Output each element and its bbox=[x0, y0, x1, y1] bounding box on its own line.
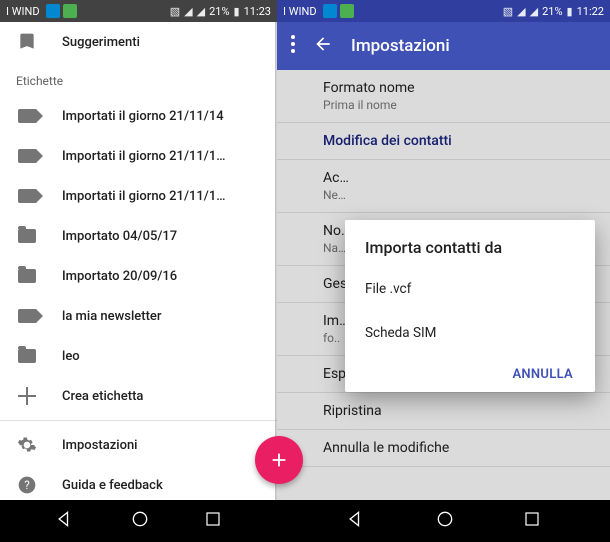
battery-icon: ▮ bbox=[567, 5, 573, 18]
statusbar-left: I WIND ▧ ◢ ◢ 21% ▮ 11:23 bbox=[0, 0, 277, 22]
dialog-option-vcf[interactable]: File .vcf bbox=[345, 267, 595, 311]
label-item[interactable]: Importati il giorno 21/11/1… bbox=[0, 176, 277, 216]
settings-list: Formato nome Prima il nome Modifica dei … bbox=[277, 70, 610, 500]
clock: 11:23 bbox=[244, 5, 271, 18]
create-label-text: Crea etichetta bbox=[62, 389, 143, 404]
help-icon: ? bbox=[16, 474, 38, 496]
folder-icon bbox=[16, 345, 38, 367]
drawer-item-label: Impostazioni bbox=[62, 438, 138, 453]
clock: 11:22 bbox=[577, 5, 604, 18]
label-text: Importati il giorno 21/11/14 bbox=[62, 109, 224, 124]
svg-text:?: ? bbox=[24, 478, 30, 492]
signal-icon: ◢ bbox=[517, 5, 525, 18]
tag-icon bbox=[16, 145, 38, 167]
lte-icon: ▧ bbox=[503, 5, 513, 18]
label-text: Importati il giorno 21/11/1… bbox=[62, 149, 225, 164]
drawer-item-label: Guida e feedback bbox=[62, 478, 163, 493]
label-text: Importato 20/09/16 bbox=[62, 269, 177, 284]
import-dialog: Importa contatti da File .vcf Scheda SIM… bbox=[345, 220, 595, 392]
signal-icon: ◢ bbox=[197, 5, 205, 18]
book-icon bbox=[16, 31, 38, 53]
label-text: Importato 04/05/17 bbox=[62, 229, 177, 244]
battery-icon: ▮ bbox=[234, 5, 240, 18]
signal-icon: ◢ bbox=[530, 5, 538, 18]
tag-icon bbox=[16, 185, 38, 207]
dialog-option-sim[interactable]: Scheda SIM bbox=[345, 311, 595, 355]
app-badge-icon bbox=[340, 4, 354, 18]
folder-icon bbox=[16, 265, 38, 287]
back-arrow-icon[interactable] bbox=[313, 34, 333, 58]
nav-recent-icon[interactable] bbox=[204, 510, 222, 532]
plus-icon bbox=[16, 385, 38, 407]
label-item[interactable]: la mia newsletter bbox=[0, 296, 277, 336]
appbar-title: Impostazioni bbox=[351, 36, 450, 56]
app-badge-icon bbox=[46, 4, 60, 18]
dialog-cancel-button[interactable]: ANNULLA bbox=[502, 359, 583, 390]
nav-home-icon[interactable] bbox=[130, 509, 150, 533]
drawer-item-settings[interactable]: Impostazioni bbox=[0, 425, 277, 465]
app-badge-icon bbox=[323, 4, 337, 18]
divider bbox=[0, 420, 277, 421]
nav-back-icon[interactable] bbox=[346, 509, 366, 533]
label-item[interactable]: Importati il giorno 21/11/1… bbox=[0, 136, 277, 176]
drawer-item-label: Suggerimenti bbox=[62, 35, 140, 50]
label-text: la mia newsletter bbox=[62, 309, 161, 324]
battery-text: 21% bbox=[542, 5, 562, 18]
section-header-labels: Etichette bbox=[0, 62, 277, 96]
drawer-item-suggestions[interactable]: Suggerimenti bbox=[0, 22, 277, 62]
label-item[interactable]: Importati il giorno 21/11/14 bbox=[0, 96, 277, 136]
app-badge-icon bbox=[63, 4, 77, 18]
label-item[interactable]: leo bbox=[0, 336, 277, 376]
tag-icon bbox=[16, 305, 38, 327]
overflow-menu-icon[interactable] bbox=[291, 35, 295, 57]
statusbar-right: I WIND ▧ ◢ ◢ 21% ▮ 11:22 bbox=[277, 0, 610, 22]
nav-recent-icon[interactable] bbox=[523, 510, 541, 532]
nav-home-icon[interactable] bbox=[435, 509, 455, 533]
android-navbar bbox=[0, 500, 277, 542]
signal-icon: ◢ bbox=[184, 5, 192, 18]
lte-icon: ▧ bbox=[170, 5, 180, 18]
gear-icon bbox=[16, 434, 38, 456]
folder-icon bbox=[16, 225, 38, 247]
create-label-button[interactable]: Crea etichetta bbox=[0, 376, 277, 416]
label-text: Importati il giorno 21/11/1… bbox=[62, 189, 225, 204]
carrier-label: I WIND bbox=[6, 5, 40, 18]
nav-back-icon[interactable] bbox=[55, 509, 75, 533]
fab-add-contact[interactable] bbox=[255, 436, 303, 484]
tag-icon bbox=[16, 105, 38, 127]
appbar: Impostazioni bbox=[277, 22, 610, 70]
navigation-drawer: Suggerimenti Etichette Importati il gior… bbox=[0, 22, 277, 500]
dialog-title: Importa contatti da bbox=[345, 220, 595, 267]
drawer-item-help[interactable]: ? Guida e feedback bbox=[0, 465, 277, 500]
label-text: leo bbox=[62, 349, 80, 364]
android-navbar bbox=[277, 500, 610, 542]
label-item[interactable]: Importato 20/09/16 bbox=[0, 256, 277, 296]
label-item[interactable]: Importato 04/05/17 bbox=[0, 216, 277, 256]
battery-text: 21% bbox=[209, 5, 229, 18]
carrier-label: I WIND bbox=[283, 5, 317, 18]
